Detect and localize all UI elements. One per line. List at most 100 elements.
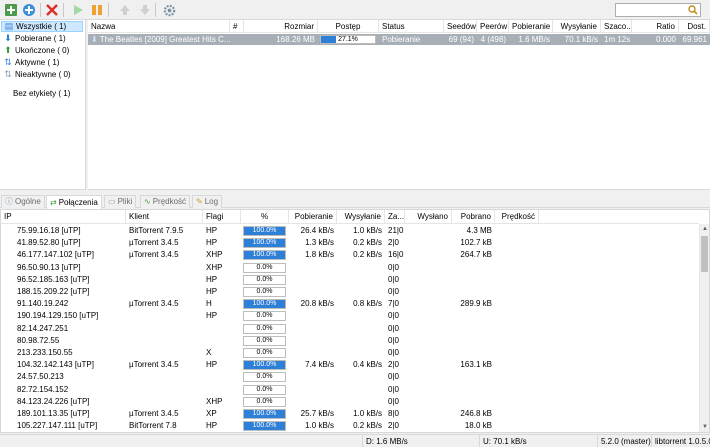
tab-speed[interactable]: ∿ Prędkość <box>140 195 191 208</box>
sidebar-item-downloading[interactable]: ⬇ Pobierane ( 1) <box>1 33 65 44</box>
settings-gear-icon[interactable] <box>161 2 177 18</box>
peer-client <box>126 371 203 383</box>
torrent-ratio: 0.000 <box>655 35 676 44</box>
peer-row[interactable]: 96.50.90.13 [uTP] XHP 0|0 0.0% <box>1 262 541 274</box>
delete-icon[interactable] <box>44 2 60 18</box>
torrent-status: Pobieranie <box>382 35 421 44</box>
peer-ip: 82.14.247.251 <box>17 323 69 333</box>
sidebar-item-no-label[interactable]: Bez etykiety ( 1) <box>11 88 70 99</box>
peer-row[interactable]: 46.177.147.102 [uTP] µTorrent 3.4.5 XHP 1.8… <box>1 249 541 261</box>
torrent-row[interactable]: ⬇ The Beatles [2009] Greatest Hits C... … <box>88 34 710 45</box>
column-header-flags[interactable]: Flagi <box>203 210 241 224</box>
peer-received <box>452 396 495 408</box>
tab-peers[interactable]: ⇄ Połączenia <box>46 195 102 209</box>
peer-row[interactable]: 188.15.209.22 [uTP] HP 0|0 0.0% <box>1 286 541 298</box>
resume-icon[interactable] <box>70 2 86 18</box>
peer-row[interactable]: 84.123.24.226 [uTP] XHP 0|0 0.0% <box>1 396 541 408</box>
column-header-eta[interactable]: Szaco... <box>601 20 632 33</box>
peer-download-speed: 26.4 kB/s <box>300 226 334 235</box>
peer-progress-bar: 0.0% <box>243 348 286 358</box>
peer-download-speed <box>289 286 337 298</box>
column-header-ip[interactable]: IP <box>1 210 126 224</box>
active-icon: ⇅ <box>4 57 12 67</box>
peer-row[interactable]: 24.57.50.213 0|0 0.0% <box>1 371 541 383</box>
peer-speed <box>495 262 539 274</box>
tab-general[interactable]: ⓘ Ogólne <box>1 195 45 208</box>
column-header-peers[interactable]: Peerów <box>477 20 509 33</box>
peer-progress-bar: 100.0% <box>243 409 286 419</box>
peer-upload-speed <box>337 396 385 408</box>
column-header-upload[interactable]: Wysyłanie <box>553 20 601 33</box>
peer-row[interactable]: 80.98.72.55 0|0 0.0% <box>1 335 541 347</box>
all-torrents-icon: ▤ <box>4 21 14 31</box>
peer-upload-speed <box>337 384 385 396</box>
peer-download-speed <box>289 310 337 322</box>
peer-row[interactable]: 190.194.129.150 [uTP] HP 0|0 0.0% <box>1 310 541 322</box>
status-libtorrent: libtorrent 1.0.5.0 <box>651 435 710 447</box>
move-up-icon[interactable] <box>117 2 133 18</box>
column-header-download[interactable]: Pobieranie <box>509 20 553 33</box>
peer-row[interactable]: 82.72.154.152 0|0 0.0% <box>1 384 541 396</box>
peer-row[interactable]: 189.101.13.35 [uTP] µTorrent 3.4.5 XP 25.7 … <box>1 408 541 420</box>
sidebar-item-inactive[interactable]: ⇅ Nieaktywne ( 0) <box>1 69 70 80</box>
peer-flags: HP <box>206 287 218 296</box>
peer-flags: HP <box>206 311 218 321</box>
peer-received <box>452 310 495 322</box>
peer-row[interactable]: 75.99.16.18 [uTP] BitTorrent 7.9.5 HP 26.4 … <box>1 225 541 237</box>
peer-row[interactable]: 91.140.19.242 µTorrent 3.4.5 H 20.8 kB/s 0.8… <box>1 298 541 310</box>
peer-row[interactable]: 105.227.147.111 [uTP] BitTorrent 7.8 HP 1.0… <box>1 420 541 432</box>
peer-received: 246.8 kB <box>460 409 492 418</box>
column-header-peer-speed[interactable]: Prędkość <box>495 210 539 224</box>
peer-row[interactable]: 213.233.150.55 X 0|0 0.0% <box>1 347 541 359</box>
column-header-name[interactable]: Nazwa <box>88 20 230 33</box>
peer-speed <box>495 237 539 249</box>
column-header-size[interactable]: Rozmiar <box>244 20 318 33</box>
peer-progress-text: 0.0% <box>256 397 273 405</box>
column-header-progress[interactable]: Postęp <box>318 20 379 33</box>
peer-client: BitTorrent 7.8 <box>129 421 177 431</box>
column-header-ratio[interactable]: Ratio <box>632 20 679 33</box>
add-torrent-icon[interactable] <box>3 2 19 18</box>
sidebar-item-all[interactable]: ▤ Wszystkie ( 1) <box>1 21 83 32</box>
column-header-received[interactable]: Pobrano <box>452 210 495 224</box>
peer-sent <box>405 359 452 371</box>
column-header-status[interactable]: Status <box>379 20 444 33</box>
scroll-down-icon[interactable]: ▼ <box>700 422 710 432</box>
column-header-za[interactable]: Za... <box>385 210 405 224</box>
peer-flags: XHP <box>206 250 223 260</box>
peer-row[interactable]: 82.14.247.251 0|0 0.0% <box>1 323 541 335</box>
column-header-seeds[interactable]: Seedów <box>444 20 477 33</box>
torrent-download-speed: 1.6 MB/s <box>518 35 550 44</box>
column-header-availability[interactable]: Dost. <box>679 20 710 33</box>
peer-row[interactable]: 96.52.185.163 [uTP] HP 0|0 0.0% <box>1 274 541 286</box>
peer-upload-speed <box>337 371 385 383</box>
search-icon[interactable] <box>686 4 700 16</box>
column-header-sent[interactable]: Wysłano <box>405 210 452 224</box>
tab-log[interactable]: ✎ Log <box>192 195 223 208</box>
tab-files[interactable]: ▭ Pliki <box>104 195 137 208</box>
status-bar: D: 1.6 MB/s U: 70.1 kB/s 5.2.0 (master) … <box>0 434 710 447</box>
torrent-upload-speed: 70.1 kB/s <box>564 35 598 44</box>
add-url-icon[interactable] <box>21 2 37 18</box>
sidebar-item-completed[interactable]: ⬆ Ukończone ( 0) <box>1 45 69 56</box>
peer-download-speed: 1.3 kB/s <box>305 238 334 248</box>
peer-ip: 189.101.13.35 [uTP] <box>17 409 90 418</box>
search-input[interactable] <box>616 4 684 16</box>
sidebar-item-active[interactable]: ⇅ Aktywne ( 1) <box>1 57 59 68</box>
peer-za: 0|0 <box>388 372 399 382</box>
column-header-peer-download[interactable]: Pobieranie <box>289 210 337 224</box>
column-header-peer-upload[interactable]: Wysyłanie <box>337 210 385 224</box>
toolbar <box>0 0 710 20</box>
scrollbar-thumb[interactable] <box>701 236 708 272</box>
peer-row[interactable]: 41.89.52.80 [uTP] µTorrent 3.4.5 HP 1.3 kB/… <box>1 237 541 249</box>
scroll-up-icon[interactable]: ▲ <box>700 224 710 234</box>
peer-received: 102.7 kB <box>460 238 492 248</box>
column-header-percent[interactable]: % <box>241 210 289 224</box>
column-header-queue[interactable]: # <box>230 20 244 33</box>
vertical-scrollbar[interactable]: ▲ ▼ <box>699 224 709 432</box>
pause-icon[interactable] <box>89 2 105 18</box>
peer-download-speed: 7.4 kB/s <box>305 360 334 370</box>
peer-row[interactable]: 104.32.142.143 [uTP] µTorrent 3.4.5 HP 7.4 … <box>1 359 541 371</box>
column-header-client[interactable]: Klient <box>126 210 203 224</box>
move-down-icon[interactable] <box>137 2 153 18</box>
